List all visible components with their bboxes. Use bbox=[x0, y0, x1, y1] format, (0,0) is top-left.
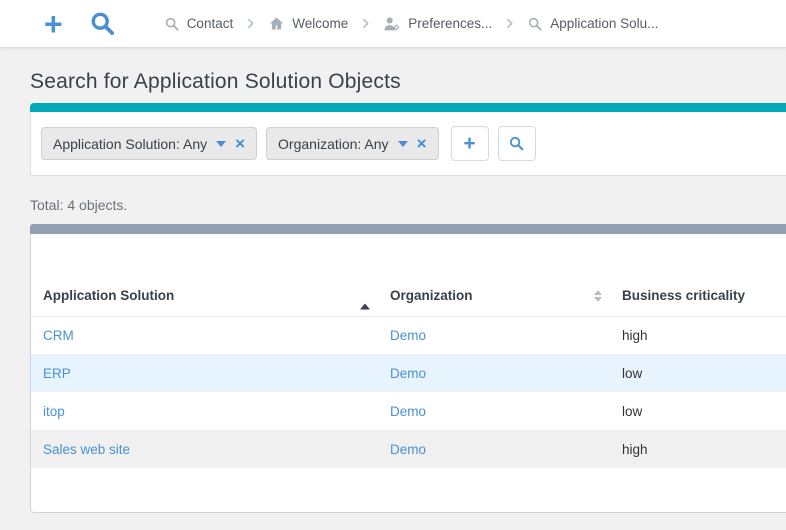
filter-chip-label: Application Solution: Any bbox=[53, 136, 207, 152]
object-link[interactable]: ERP bbox=[43, 366, 71, 381]
results-table: Application Solution Organization Busine… bbox=[31, 276, 786, 468]
table-row: itop Demo low bbox=[31, 392, 786, 430]
search-icon bbox=[508, 135, 525, 152]
breadcrumb-label: Application Solu... bbox=[550, 16, 658, 31]
column-header-business-criticality[interactable]: Business criticality bbox=[610, 276, 786, 316]
global-search-icon[interactable] bbox=[89, 10, 116, 37]
results-panel-body: Application Solution Organization Busine… bbox=[30, 234, 786, 513]
table-row: Sales web site Demo high bbox=[31, 430, 786, 468]
organization-link[interactable]: Demo bbox=[390, 404, 426, 419]
filter-chip-organization[interactable]: Organization: Any × bbox=[266, 127, 438, 160]
object-link[interactable]: itop bbox=[43, 404, 65, 419]
top-toolbar: + Contact bbox=[0, 0, 786, 48]
cell-business-criticality: high bbox=[610, 316, 786, 354]
results-total: Total: 4 objects. bbox=[30, 197, 786, 213]
search-icon bbox=[164, 16, 180, 32]
organization-link[interactable]: Demo bbox=[390, 328, 426, 343]
search-panel-accent-bar bbox=[30, 103, 786, 112]
table-row: CRM Demo high bbox=[31, 316, 786, 354]
cell-application-solution: CRM bbox=[31, 316, 378, 354]
table-header-row: Application Solution Organization Busine… bbox=[31, 276, 786, 316]
cell-organization: Demo bbox=[378, 316, 610, 354]
search-criteria-toolbar: Application Solution: Any × Organization… bbox=[30, 112, 786, 176]
object-link[interactable]: CRM bbox=[43, 328, 74, 343]
search-icon bbox=[527, 16, 543, 32]
chevron-down-icon[interactable] bbox=[216, 141, 226, 147]
table-row: ERP Demo low bbox=[31, 354, 786, 392]
cell-application-solution: itop bbox=[31, 392, 378, 430]
breadcrumb-item-preferences[interactable]: Preferences... bbox=[383, 15, 492, 33]
sort-ascending-icon[interactable] bbox=[360, 288, 370, 303]
cell-application-solution: ERP bbox=[31, 354, 378, 392]
organization-link[interactable]: Demo bbox=[390, 442, 426, 457]
results-panel: Application Solution Organization Busine… bbox=[30, 224, 786, 513]
column-header-organization[interactable]: Organization bbox=[378, 276, 610, 316]
chevron-right-icon bbox=[503, 17, 516, 30]
close-icon[interactable]: × bbox=[235, 135, 245, 152]
cell-organization: Demo bbox=[378, 392, 610, 430]
results-panel-accent-bar bbox=[30, 224, 786, 234]
sort-both-icon[interactable] bbox=[594, 290, 602, 302]
cell-business-criticality: high bbox=[610, 430, 786, 468]
home-icon bbox=[268, 15, 285, 32]
page-title: Search for Application Solution Objects bbox=[30, 70, 786, 94]
user-gear-icon bbox=[383, 15, 401, 33]
cell-organization: Demo bbox=[378, 430, 610, 468]
column-header-label: Application Solution bbox=[43, 288, 174, 303]
breadcrumb-label: Preferences... bbox=[408, 16, 492, 31]
column-header-application-solution[interactable]: Application Solution bbox=[31, 276, 378, 316]
close-icon[interactable]: × bbox=[417, 135, 427, 152]
run-search-button[interactable] bbox=[498, 126, 536, 161]
chevron-down-icon[interactable] bbox=[398, 141, 408, 147]
column-header-label: Business criticality bbox=[622, 288, 745, 303]
column-header-label: Organization bbox=[390, 288, 473, 303]
breadcrumb-item-contact[interactable]: Contact bbox=[164, 16, 234, 32]
chevron-right-icon bbox=[244, 17, 257, 30]
filter-chip-application-solution[interactable]: Application Solution: Any × bbox=[41, 127, 257, 160]
breadcrumb: Contact Welcome bbox=[164, 15, 659, 33]
search-panel: Application Solution: Any × Organization… bbox=[30, 103, 786, 176]
filter-chip-label: Organization: Any bbox=[278, 136, 389, 152]
new-object-button[interactable]: + bbox=[44, 8, 63, 40]
breadcrumb-label: Welcome bbox=[292, 16, 348, 31]
cell-business-criticality: low bbox=[610, 392, 786, 430]
cell-application-solution: Sales web site bbox=[31, 430, 378, 468]
add-criterion-button[interactable]: + bbox=[451, 126, 489, 161]
cell-organization: Demo bbox=[378, 354, 610, 392]
quick-actions: + bbox=[44, 8, 116, 40]
breadcrumb-label: Contact bbox=[187, 16, 234, 31]
object-link[interactable]: Sales web site bbox=[43, 442, 130, 457]
breadcrumb-item-application-solution[interactable]: Application Solu... bbox=[527, 16, 658, 32]
breadcrumb-item-welcome[interactable]: Welcome bbox=[268, 15, 348, 32]
cell-business-criticality: low bbox=[610, 354, 786, 392]
chevron-right-icon bbox=[359, 17, 372, 30]
organization-link[interactable]: Demo bbox=[390, 366, 426, 381]
